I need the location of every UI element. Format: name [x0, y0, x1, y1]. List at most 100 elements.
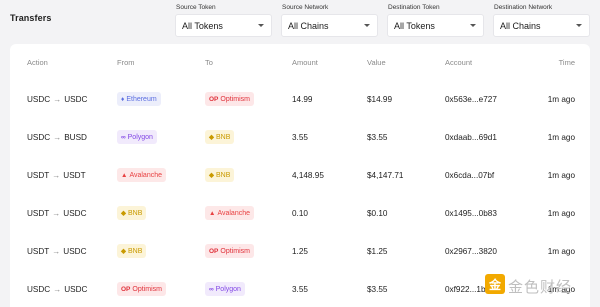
account-cell: 0x2967...3820: [445, 232, 497, 270]
polygon-icon: ∞: [209, 285, 214, 293]
time-ago: 1m ago: [547, 94, 575, 104]
to-token: USDC: [63, 246, 87, 256]
table-row[interactable]: USDC → BUSD ∞ Polygon ◆ BNB 3.55 $3.55 0xdaab...6…: [10, 118, 590, 156]
col-from: From: [117, 58, 135, 67]
amount: 4,148.95: [292, 170, 324, 180]
from-token: USDT: [27, 170, 50, 180]
chain-name: Polygon: [127, 133, 153, 141]
col-account: Account: [445, 58, 473, 67]
optimism-icon: OP: [209, 247, 219, 255]
amount-cell: 3.55: [292, 270, 308, 307]
chain-tag: ∞ Polygon: [117, 130, 157, 144]
action-cell: USDT → USDC: [27, 194, 87, 232]
value-cell: $0.10: [367, 194, 388, 232]
chain-name: BNB: [216, 133, 231, 141]
destination-network-select[interactable]: All Chains: [493, 14, 590, 37]
account-address[interactable]: 0x6cda...07bf: [445, 171, 494, 180]
from-cell: ◆ BNB: [117, 194, 147, 232]
chain-tag: ∞ Polygon: [205, 282, 245, 296]
amount: 3.55: [292, 284, 308, 294]
value-cell: $14.99: [367, 80, 392, 118]
value-cell: $3.55: [367, 270, 388, 307]
chain-tag: ▲ Avalanche: [117, 168, 167, 182]
optimism-icon: OP: [209, 95, 219, 103]
chain-name: Avalanche: [217, 209, 251, 217]
action-cell: USDC → USDC: [27, 80, 87, 118]
to-cell: OP Optimism: [205, 80, 254, 118]
amount-cell: 3.55: [292, 118, 308, 156]
chain-tag: ♦ Ethereum: [117, 92, 161, 106]
account-address[interactable]: 0xf922...1b0: [445, 285, 490, 294]
action-cell: USDT → USDC: [27, 232, 87, 270]
col-value: Value: [367, 58, 386, 67]
chevron-down-icon: [258, 24, 264, 27]
source-network-select[interactable]: All Chains: [281, 14, 378, 37]
to-token: USDC: [64, 284, 88, 294]
account-cell: 0xdaab...69d1: [445, 118, 497, 156]
from-cell: ▲ Avalanche: [117, 156, 167, 194]
destination-token-value: All Tokens: [394, 20, 435, 31]
chain-name: Avalanche: [129, 171, 163, 179]
time-ago: 1m ago: [547, 246, 575, 256]
from-cell: ♦ Ethereum: [117, 80, 161, 118]
from-token: USDC: [27, 94, 51, 104]
watermark-logo: 金: [485, 274, 505, 294]
source-token-select[interactable]: All Tokens: [175, 14, 272, 37]
to-cell: OP Optimism: [205, 232, 254, 270]
value-cell: $1.25: [367, 232, 388, 270]
time-cell: 1m ago: [548, 156, 575, 194]
from-cell: ◆ BNB: [117, 232, 147, 270]
account-address[interactable]: 0xdaab...69d1: [445, 133, 497, 142]
amount-cell: 0.10: [292, 194, 308, 232]
avalanche-icon: ▲: [121, 171, 128, 179]
table-row[interactable]: USDC → USDC ♦ Ethereum OP Optimism 14.99 $14.99 0…: [10, 80, 590, 118]
source-network-filter: Source Network All Chains: [281, 3, 378, 37]
chain-name: Polygon: [215, 285, 241, 293]
chain-tag: ◆ BNB: [117, 206, 147, 220]
destination-network-label: Destination Network: [494, 4, 553, 11]
destination-token-label: Destination Token: [388, 4, 440, 11]
from-token: USDC: [27, 132, 51, 142]
time-cell: 1m ago: [548, 80, 575, 118]
source-token-value: All Tokens: [182, 20, 223, 31]
table-row[interactable]: USDT → USDC ◆ BNB OP Optimism 1.25 $1.25 0x2967..…: [10, 232, 590, 270]
value: $1.25: [367, 246, 388, 256]
watermark-text: 金色财经: [508, 278, 573, 296]
value-cell: $3.55: [367, 118, 388, 156]
chain-tag: OP Optimism: [117, 282, 166, 296]
chain-tag: ◆ BNB: [205, 130, 235, 144]
amount-cell: 4,148.95: [292, 156, 324, 194]
chain-name: Optimism: [132, 285, 162, 293]
time-cell: 1m ago: [548, 118, 575, 156]
bnb-icon: ◆: [121, 248, 126, 255]
to-token: USDC: [63, 208, 87, 218]
chain-name: Optimism: [220, 95, 250, 103]
chain-name: BNB: [128, 209, 143, 217]
to-cell: ∞ Polygon: [205, 270, 245, 307]
to-cell: ▲ Avalanche: [205, 194, 255, 232]
table-row[interactable]: USDT → USDT ▲ Avalanche ◆ BNB 4,148.95 $4,147.71…: [10, 156, 590, 194]
from-token: USDT: [27, 246, 50, 256]
destination-token-select[interactable]: All Tokens: [387, 14, 484, 37]
col-amount: Amount: [292, 58, 318, 67]
table-row[interactable]: USDT → USDC ◆ BNB ▲ Avalanche 0.10 $0.10 0x1495..…: [10, 194, 590, 232]
amount: 3.55: [292, 132, 308, 142]
chain-name: BNB: [128, 247, 143, 255]
source-network-label: Source Network: [282, 4, 329, 11]
col-to: To: [205, 58, 213, 67]
value: $3.55: [367, 132, 388, 142]
watermark-logo-glyph: 金: [488, 277, 501, 292]
account-address[interactable]: 0x2967...3820: [445, 247, 497, 256]
transfers-table: Action From To Amount Value Account Time…: [10, 44, 590, 307]
account-address[interactable]: 0x1495...0b83: [445, 209, 497, 218]
time-ago: 1m ago: [547, 208, 575, 218]
account-cell: 0x6cda...07bf: [445, 156, 494, 194]
amount: 1.25: [292, 246, 308, 256]
bnb-icon: ◆: [121, 210, 126, 217]
account-address[interactable]: 0x563e...e727: [445, 95, 497, 104]
value: $4,147.71: [367, 170, 404, 180]
amount: 14.99: [292, 94, 313, 104]
arrow-right-icon: →: [53, 132, 62, 142]
col-time: Time: [558, 58, 575, 67]
arrow-right-icon: →: [53, 284, 62, 294]
